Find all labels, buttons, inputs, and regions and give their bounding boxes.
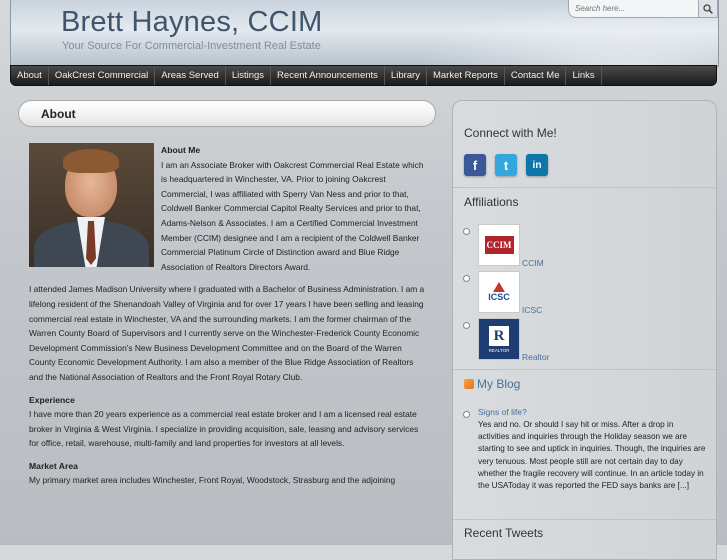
recent-tweets-title: Recent Tweets [464, 526, 544, 540]
nav-item-contact-me[interactable]: Contact Me [505, 66, 567, 85]
affiliation-link-icsc[interactable]: ICSC [522, 305, 542, 315]
sidebar: Connect with Me! f t in Affiliations CCI… [452, 100, 717, 560]
realtor-logo[interactable]: R REALTOR [478, 318, 520, 360]
twitter-icon[interactable]: t [495, 154, 517, 176]
page-title: About [41, 107, 76, 121]
search-icon [703, 3, 713, 14]
nav-item-links[interactable]: Links [566, 66, 602, 85]
ccim-logo[interactable]: CCIM [478, 224, 520, 266]
search-box [568, 0, 718, 18]
main-nav: About OakCrest Commercial Areas Served L… [10, 65, 717, 86]
connect-widget-title: Connect with Me! [464, 126, 557, 140]
affiliation-link-ccim[interactable]: CCIM [522, 258, 544, 268]
nav-item-recent-announcements[interactable]: Recent Announcements [271, 66, 385, 85]
widget-divider [453, 187, 716, 188]
site-title[interactable]: Brett Haynes, CCIM [61, 6, 322, 39]
linkedin-icon[interactable]: in [526, 154, 548, 176]
rss-icon[interactable] [464, 379, 474, 389]
nav-item-market-reports[interactable]: Market Reports [427, 66, 505, 85]
affiliations-widget-title: Affiliations [464, 195, 519, 209]
nav-item-about[interactable]: About [11, 66, 49, 85]
search-input[interactable] [575, 1, 693, 15]
nav-item-library[interactable]: Library [385, 66, 427, 85]
experience-heading: Experience [29, 394, 75, 405]
market-area-heading: Market Area [29, 460, 78, 471]
widget-divider [453, 369, 716, 370]
main-content: About Me I am an Associate Broker with O… [29, 143, 427, 496]
list-bullet [463, 411, 470, 418]
list-bullet [463, 228, 470, 235]
list-bullet [463, 275, 470, 282]
site-tagline: Your Source For Commercial-Investment Re… [62, 40, 321, 52]
nav-item-areas-served[interactable]: Areas Served [155, 66, 226, 85]
blog-post-excerpt: Yes and no. Or should I say hit or miss.… [478, 420, 706, 491]
facebook-icon[interactable]: f [464, 154, 486, 176]
market-area-text: My primary market area includes Winchest… [29, 475, 396, 486]
widget-divider [453, 519, 716, 520]
search-button[interactable] [698, 0, 717, 17]
my-blog-title-link[interactable]: My Blog [477, 377, 520, 391]
profile-photo [29, 143, 154, 267]
affiliation-link-realtor[interactable]: Realtor [522, 352, 549, 362]
nav-item-oakcrest-commercial[interactable]: OakCrest Commercial [49, 66, 156, 85]
experience-text: I have more than 20 years experience as … [29, 409, 419, 449]
page-header-bar: About [18, 100, 436, 127]
icsc-logo[interactable]: ICSC [478, 271, 520, 313]
education-text: I attended James Madison University wher… [29, 284, 425, 382]
blog-post-link[interactable]: Signs of life? [478, 407, 527, 417]
list-bullet [463, 322, 470, 329]
nav-item-listings[interactable]: Listings [226, 66, 272, 85]
